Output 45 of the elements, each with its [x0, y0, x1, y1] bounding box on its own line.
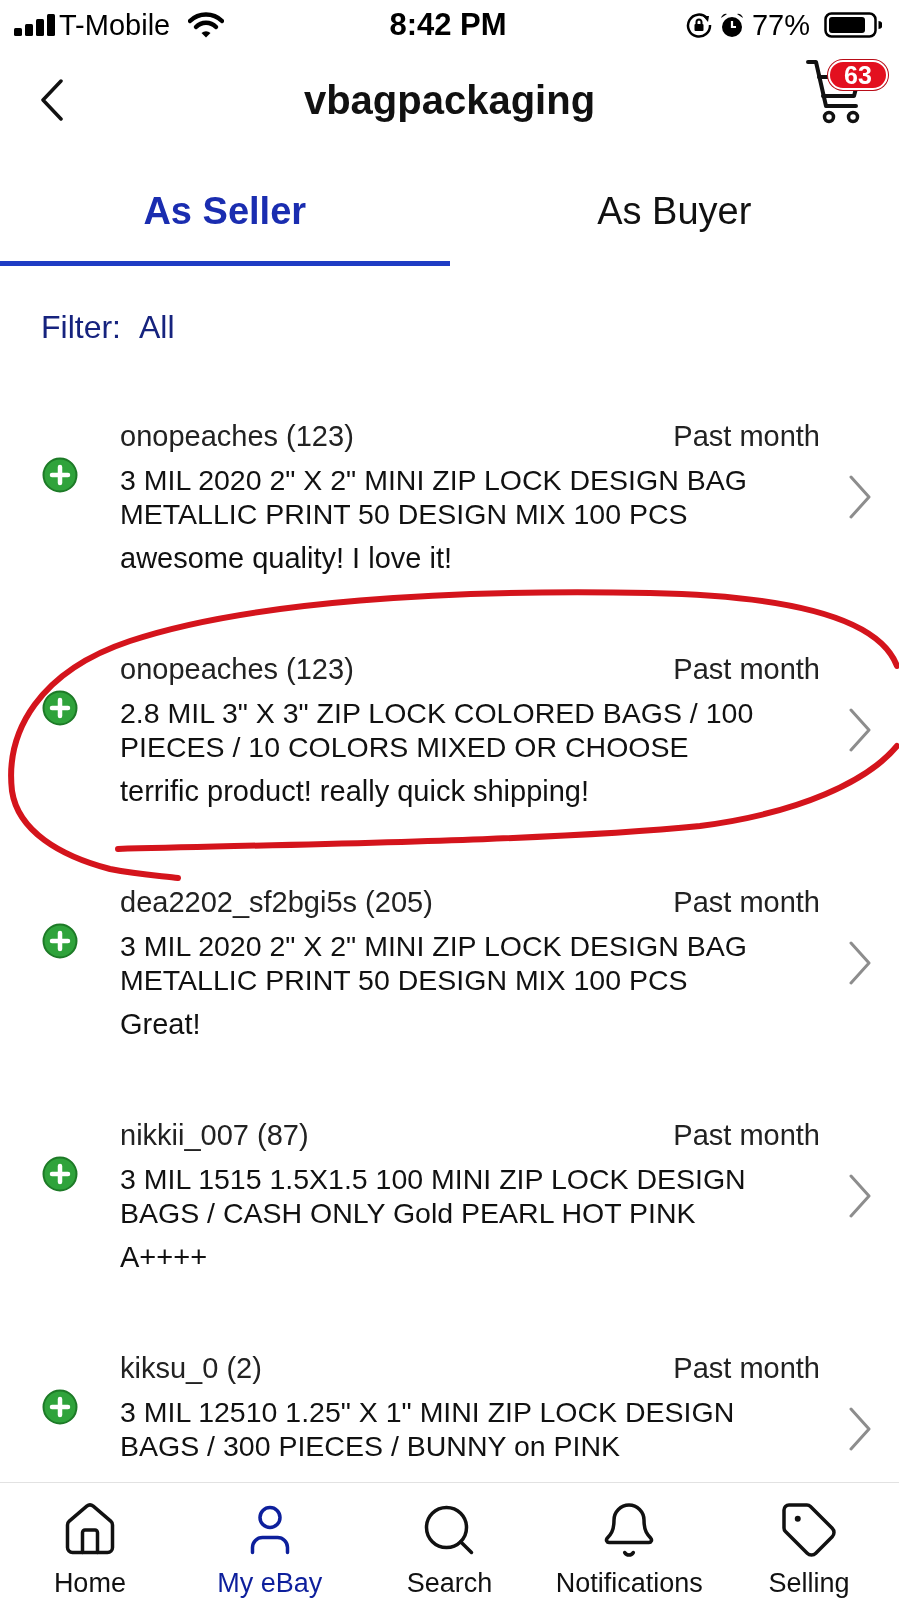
nav-tab[interactable]: Notifications: [539, 1483, 720, 1600]
wifi-icon: [188, 12, 225, 38]
buyer-name: kiksu_0 (2): [120, 1351, 262, 1385]
chevron-left-icon: [40, 79, 64, 121]
nav-tab[interactable]: Home: [0, 1483, 180, 1600]
feedback-comment: Great!: [120, 1007, 202, 1041]
nav-tab[interactable]: Selling: [719, 1483, 899, 1600]
filter-label: Filter:: [41, 308, 121, 347]
cart-button[interactable]: 63: [806, 60, 888, 124]
buyer-name: dea2202_sf2bgi5s (205): [120, 885, 433, 919]
chevron-right-icon: [847, 941, 872, 985]
chevron-right-icon: [847, 1407, 872, 1451]
feedback-date: Past month: [673, 885, 820, 919]
feedback-date: Past month: [673, 1351, 820, 1385]
feedback-date: Past month: [673, 652, 820, 686]
filter-value[interactable]: All: [139, 307, 175, 347]
buyer-name: onopeaches (123): [120, 652, 354, 686]
feedback-date: Past month: [673, 419, 820, 453]
item-title: 3 MIL 2020 2" X 2" MINI ZIP LOCK DESIGN BAG METALLIC PRINT 50 DESIGN MIX 100 PCS: [120, 463, 748, 531]
chevron-right-icon: [847, 1174, 872, 1218]
chevron-right-icon: [847, 708, 872, 752]
role-tab[interactable]: As Seller: [0, 150, 450, 266]
nav-tab[interactable]: My eBay: [179, 1483, 360, 1600]
nav-tab[interactable]: Search: [359, 1483, 540, 1600]
feedback-date: Past month: [673, 1118, 820, 1152]
carrier-name: T-Mobile: [59, 8, 171, 42]
feedback-comment: awesome quality! I love it!: [120, 541, 454, 575]
battery-percent: 77%: [751, 8, 810, 42]
signal-bars-icon: [14, 14, 55, 36]
buyer-name: onopeaches (123): [120, 419, 354, 453]
feedback-comment: terrific product! really quick shipping!: [120, 774, 591, 808]
alarm-clock-icon: [719, 12, 744, 38]
feedback-comment: A++++: [120, 1240, 209, 1274]
item-title: 2.8 MIL 3" X 3" ZIP LOCK COLORED BAGS / 100 PIECES / 10 COLORS MIXED OR CHOOSE: [120, 696, 755, 764]
item-title: 3 MIL 1515 1.5X1.5 100 MINI ZIP LOCK DESIGN BAGS / CASH ONLY Gold PEARL HOT PINK: [120, 1162, 747, 1230]
page-title: vbagpackaging: [303, 77, 596, 123]
item-title: 3 MIL 2020 2" X 2" MINI ZIP LOCK DESIGN BAG METALLIC PRINT 50 DESIGN MIX 100 PCS: [120, 929, 748, 997]
chevron-right-icon: [847, 475, 872, 519]
clock-time: 8:42 PM: [389, 8, 507, 42]
battery-icon: [824, 12, 882, 38]
cart-count-badge: 63: [828, 60, 888, 90]
item-title: 3 MIL 12510 1.25" X 1" MINI ZIP LOCK DESIGN BAGS / 300 PIECES / BUNNY on PINK: [120, 1395, 736, 1463]
rotation-lock-icon: [685, 12, 712, 38]
role-tab[interactable]: As Buyer: [449, 150, 899, 266]
buyer-name: nikkii_007 (87): [120, 1118, 309, 1152]
